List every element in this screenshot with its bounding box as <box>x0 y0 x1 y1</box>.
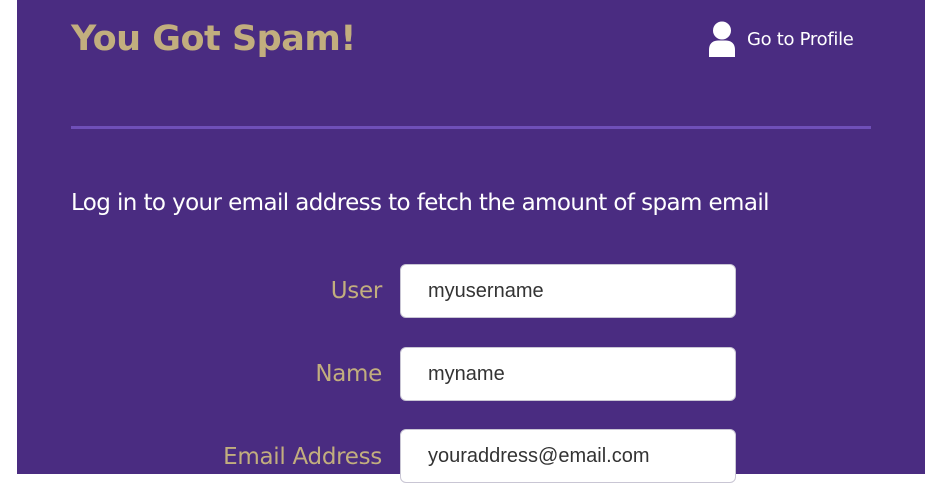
go-to-profile-label: Go to Profile <box>747 28 854 50</box>
login-panel: You Got Spam! Go to Profile Log in to yo… <box>17 0 925 483</box>
user-icon <box>709 21 735 57</box>
user-input[interactable] <box>400 264 736 318</box>
name-label: Name <box>315 361 382 387</box>
header-divider <box>71 126 871 129</box>
intro-text: Log in to your email address to fetch th… <box>71 190 770 216</box>
name-input[interactable] <box>400 347 736 401</box>
email-address-label: Email Address <box>223 444 382 470</box>
go-to-profile-link[interactable]: Go to Profile <box>709 20 854 58</box>
app-title: You Got Spam! <box>71 19 356 59</box>
user-label: User <box>330 278 383 304</box>
email-address-input[interactable] <box>400 429 736 483</box>
